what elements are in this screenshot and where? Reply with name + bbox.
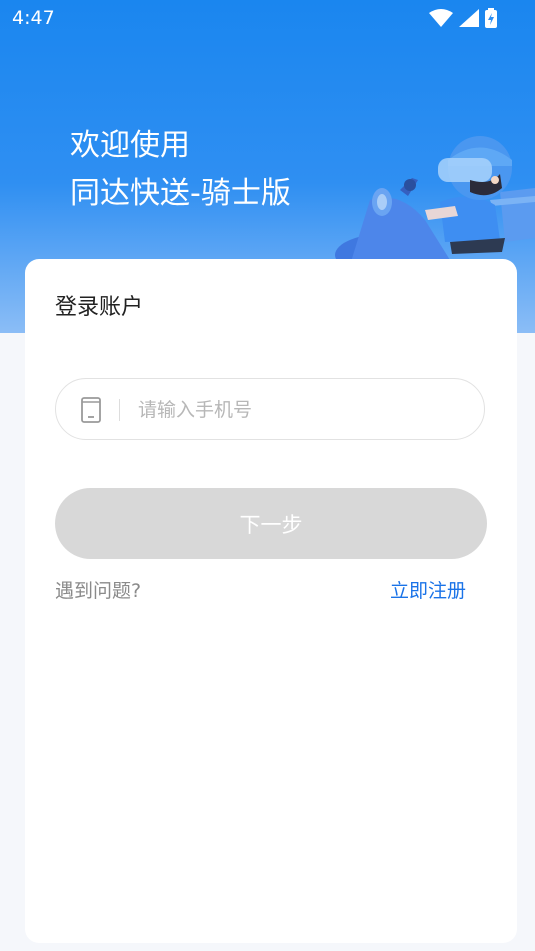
phone-icon [81,397,101,423]
phone-number-field[interactable] [55,378,485,440]
next-step-button[interactable]: 下一步 [55,488,487,559]
status-icons [429,8,497,28]
battery-charging-icon [485,8,497,28]
login-card-title: 登录账户 [55,295,144,320]
help-link[interactable]: 遇到问题? [55,576,141,603]
welcome-line-1: 欢迎使用 [70,128,190,163]
input-divider [119,399,120,421]
wifi-icon [429,9,453,27]
cell-signal-icon [459,9,479,27]
phone-number-input[interactable] [136,389,460,431]
welcome-text: 欢迎使用 同达快送-骑士版 [70,122,291,218]
login-card: 登录账户 下一步 遇到问题? 立即注册 [25,259,517,943]
register-link[interactable]: 立即注册 [390,576,466,603]
status-time: 4:47 [12,7,55,29]
welcome-line-2: 同达快送-骑士版 [70,176,291,211]
status-bar: 4:47 [0,0,535,36]
delivery-rider-illustration [335,136,535,270]
